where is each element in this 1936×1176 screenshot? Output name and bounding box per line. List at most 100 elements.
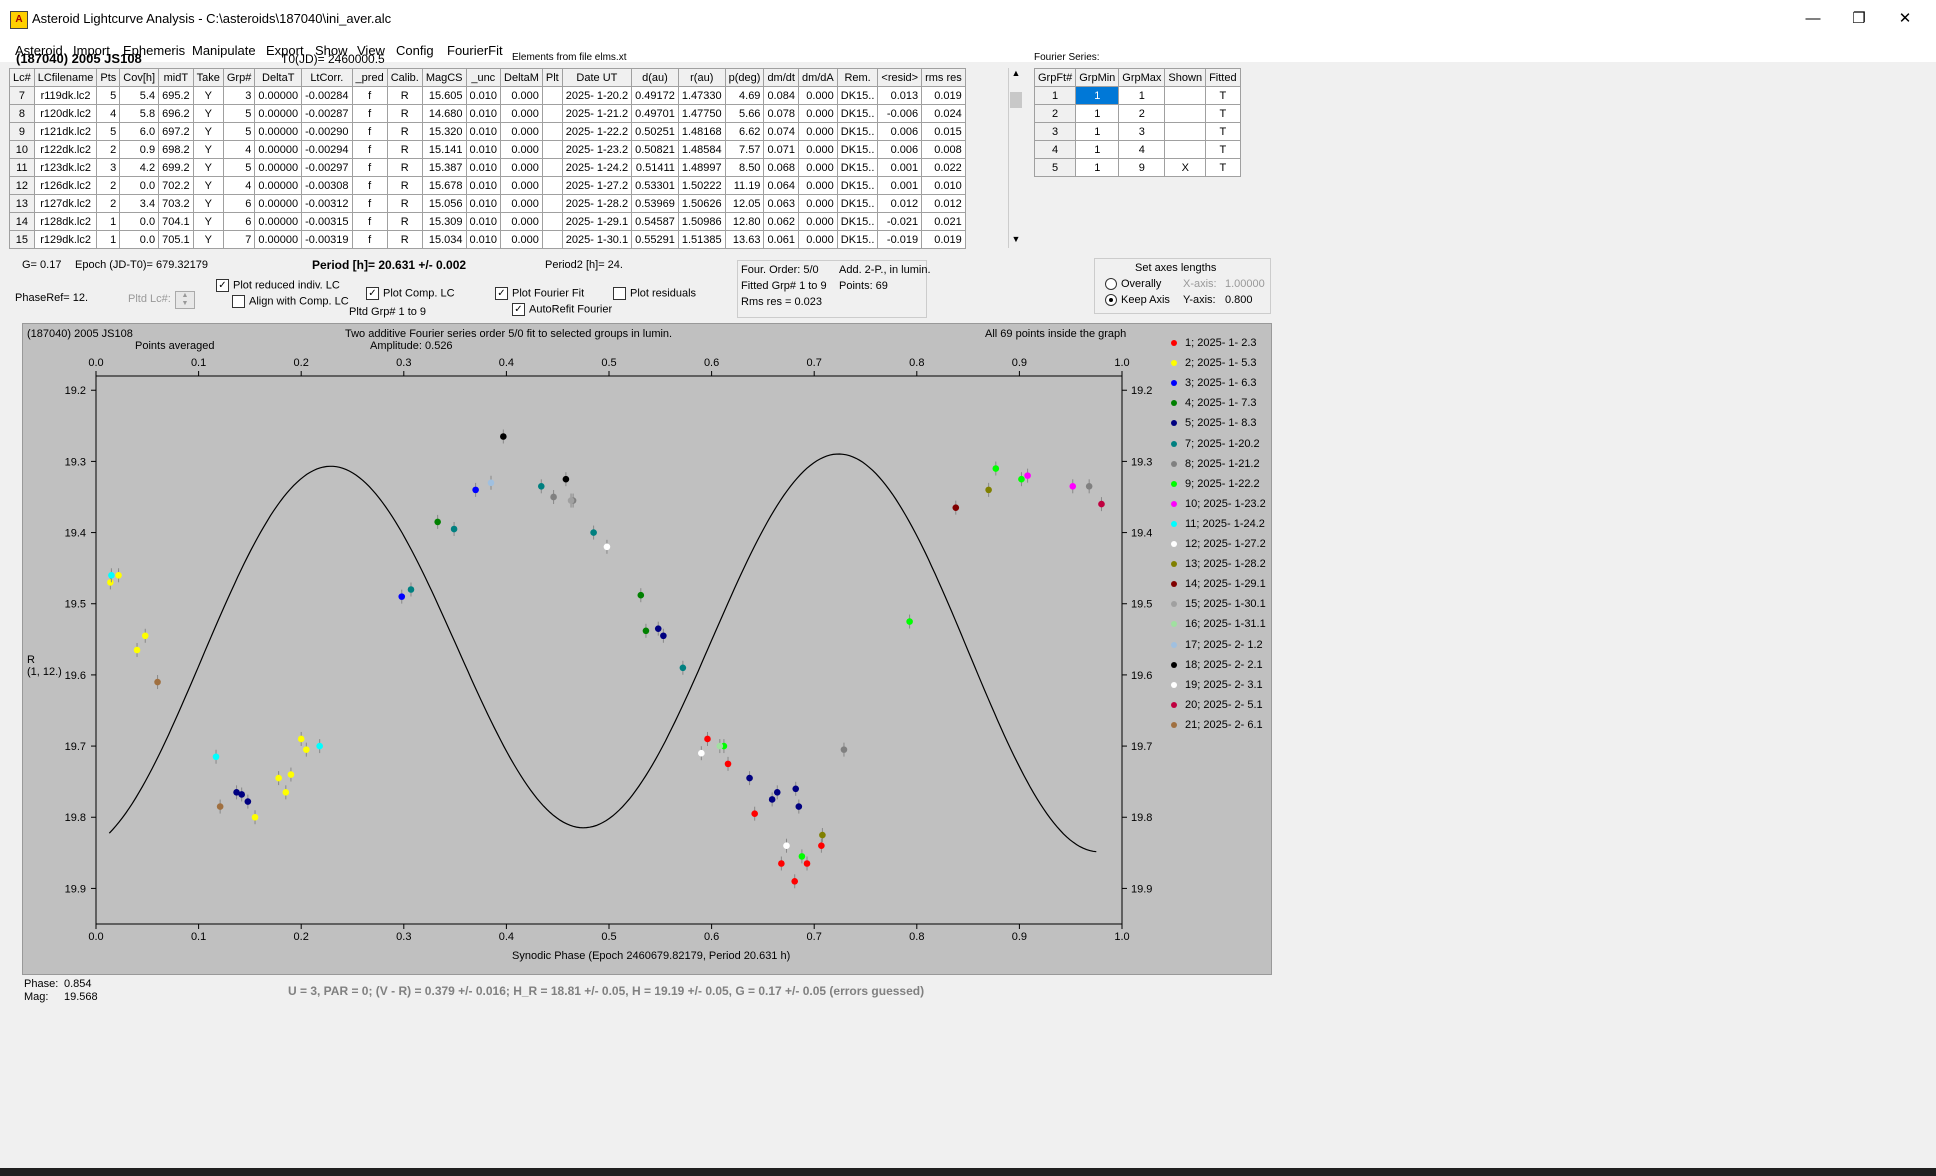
menu-fourierfit[interactable]: FourierFit [447, 43, 503, 58]
lc-table-cell[interactable]: 0.000 [500, 230, 543, 249]
fourier-table-cell[interactable]: 5 [1033, 158, 1077, 177]
lc-table-cell[interactable]: 0.019 [921, 230, 966, 249]
lc-table-cell[interactable]: 0.9 [119, 140, 160, 159]
lc-table-cell[interactable]: 1.47330 [677, 86, 726, 105]
fourier-table-col-header[interactable]: Shown [1164, 68, 1207, 87]
lc-table-cell[interactable]: DK15.. [836, 86, 879, 105]
lc-table-cell[interactable]: 6.62 [724, 122, 765, 141]
lc-table-cell[interactable]: 0.49172 [631, 86, 679, 105]
lc-table-row[interactable]: 7 r119dk.lc2 5 5.4 695.2 Y 3 0.00000 -0.00284 f R 1… [9, 86, 966, 105]
lc-table-col-header[interactable]: midT [158, 68, 194, 87]
lc-table-cell[interactable]: 0.071 [763, 140, 799, 159]
lc-table-cell[interactable]: 0.010 [465, 140, 502, 159]
lc-table-cell[interactable]: Y [192, 230, 224, 249]
lc-table-cell[interactable]: 0.000 [500, 86, 543, 105]
lc-table-cell[interactable]: 7.57 [724, 140, 765, 159]
lc-table-cell[interactable]: 0.000 [797, 230, 838, 249]
lc-table-cell[interactable]: f [351, 230, 388, 249]
lc-table-cell[interactable]: 0.010 [465, 158, 502, 177]
lc-table-cell[interactable]: 0.000 [797, 122, 838, 141]
lc-table-cell[interactable]: r123dk.lc2 [33, 158, 98, 177]
lc-table-cell[interactable]: R [386, 140, 423, 159]
fourier-table-cell[interactable]: 1 [1075, 122, 1120, 141]
lc-table-cell[interactable]: 1.48168 [677, 122, 726, 141]
lc-table-cell[interactable]: R [386, 230, 423, 249]
maximize-button[interactable]: ❐ [1836, 0, 1882, 38]
lc-table-row[interactable]: 9 r121dk.lc2 5 6.0 697.2 Y 5 0.00000 -0.00290 f R 1… [9, 122, 966, 141]
lc-table-cell[interactable]: 0.063 [763, 194, 799, 213]
lc-table-cell[interactable] [541, 230, 563, 249]
lc-table-cell[interactable]: 0.001 [877, 176, 923, 195]
close-button[interactable]: ✕ [1882, 0, 1928, 38]
lc-table-cell[interactable]: 0.53301 [631, 176, 679, 195]
lc-table-cell[interactable]: 12 [9, 176, 35, 195]
lc-table-cell[interactable]: DK15.. [836, 230, 879, 249]
lc-table-cell[interactable]: 0.000 [500, 104, 543, 123]
lc-table-cell[interactable]: DK15.. [836, 104, 879, 123]
lc-table-cell[interactable]: f [351, 158, 388, 177]
lc-table-col-header[interactable]: Grp# [222, 68, 256, 87]
fourier-table-cell[interactable]: 9 [1118, 158, 1166, 177]
fourier-table-cell[interactable]: 1 [1075, 86, 1120, 105]
lc-table-col-header[interactable]: dm/dA [797, 68, 838, 87]
lc-table-cell[interactable]: 0.00000 [254, 158, 303, 177]
lc-table-row[interactable]: 13 r127dk.lc2 2 3.4 703.2 Y 6 0.00000 -0.00312 f R… [9, 194, 966, 213]
minimize-button[interactable]: — [1790, 0, 1836, 38]
lc-table-cell[interactable]: 696.2 [158, 104, 194, 123]
lc-table-cell[interactable]: 1 [96, 230, 121, 249]
lc-table-cell[interactable]: 0.012 [921, 194, 966, 213]
lc-table-row[interactable]: 10 r122dk.lc2 2 0.9 698.2 Y 4 0.00000 -0.00294 f R… [9, 140, 966, 159]
lc-table-cell[interactable]: 2025- 1-24.2 [561, 158, 633, 177]
plot-reduced-checkbox[interactable]: ✓ Plot reduced indiv. LC [216, 279, 340, 292]
fourier-table-cell[interactable]: 4 [1033, 140, 1077, 159]
lc-table-cell[interactable]: 15.387 [421, 158, 467, 177]
lc-table-cell[interactable]: Y [192, 158, 224, 177]
lc-table-col-header[interactable]: DeltaT [254, 68, 303, 87]
fourier-table-cell[interactable]: T [1205, 140, 1241, 159]
lc-table-cell[interactable]: 13.63 [724, 230, 765, 249]
lc-table-cell[interactable]: f [351, 104, 388, 123]
lc-table-cell[interactable]: DK15.. [836, 194, 879, 213]
fourier-table-cell[interactable]: 3 [1118, 122, 1166, 141]
lc-table-cell[interactable]: 0.0 [119, 176, 160, 195]
lc-table-cell[interactable]: 0.000 [797, 158, 838, 177]
lc-table-col-header[interactable]: _pred [351, 68, 388, 87]
lc-table-cell[interactable]: 7 [9, 86, 35, 105]
lc-table-row[interactable]: 15 r129dk.lc2 1 0.0 705.1 Y 7 0.00000 -0.00319 f R… [9, 230, 966, 249]
fourier-table-cell[interactable]: 1 [1075, 158, 1120, 177]
lc-table-col-header[interactable]: _unc [465, 68, 502, 87]
lc-table-cell[interactable]: 0.55291 [631, 230, 679, 249]
fourier-table-col-header[interactable]: GrpFt# [1033, 68, 1077, 87]
lc-table-col-header[interactable]: LCfilename [33, 68, 98, 87]
lc-table-cell[interactable]: 0.0 [119, 230, 160, 249]
lc-table-cell[interactable]: 0.012 [877, 194, 923, 213]
lc-table-cell[interactable]: -0.00315 [301, 212, 353, 231]
lc-table-cell[interactable] [541, 212, 563, 231]
lc-table-cell[interactable]: 0.019 [921, 86, 966, 105]
lc-table-cell[interactable]: 2 [96, 194, 121, 213]
lc-table-cell[interactable]: 0.0 [119, 212, 160, 231]
lc-table-col-header[interactable]: Date UT [561, 68, 633, 87]
lc-table-cell[interactable]: 1.50626 [677, 194, 726, 213]
lc-table-cell[interactable]: 6.0 [119, 122, 160, 141]
fourier-table-col-header[interactable]: GrpMin [1075, 68, 1120, 87]
lc-table-cell[interactable]: 0.000 [797, 104, 838, 123]
lc-table-cell[interactable]: 8.50 [724, 158, 765, 177]
lc-table-cell[interactable] [541, 194, 563, 213]
lc-table-col-header[interactable]: Rem. [836, 68, 879, 87]
lc-table-cell[interactable]: 0.064 [763, 176, 799, 195]
lc-table-cell[interactable]: 2025- 1-28.2 [561, 194, 633, 213]
lc-table-cell[interactable]: 0.00000 [254, 230, 303, 249]
lc-table-cell[interactable]: 2 [96, 140, 121, 159]
fourier-table-cell[interactable]: 1 [1118, 86, 1166, 105]
lc-table-col-header[interactable]: DeltaM [500, 68, 543, 87]
lc-table-cell[interactable]: 0.000 [500, 194, 543, 213]
lc-table-cell[interactable]: r121dk.lc2 [33, 122, 98, 141]
lc-table-cell[interactable]: 3 [222, 86, 256, 105]
lc-table-cell[interactable]: 14 [9, 212, 35, 231]
fourier-table-row[interactable]: 111T [1033, 86, 1241, 105]
lc-table-cell[interactable]: f [351, 140, 388, 159]
lc-table-cell[interactable] [541, 176, 563, 195]
scroll-down-icon[interactable]: ▼ [1009, 234, 1023, 244]
lc-table-cell[interactable]: 5 [96, 86, 121, 105]
